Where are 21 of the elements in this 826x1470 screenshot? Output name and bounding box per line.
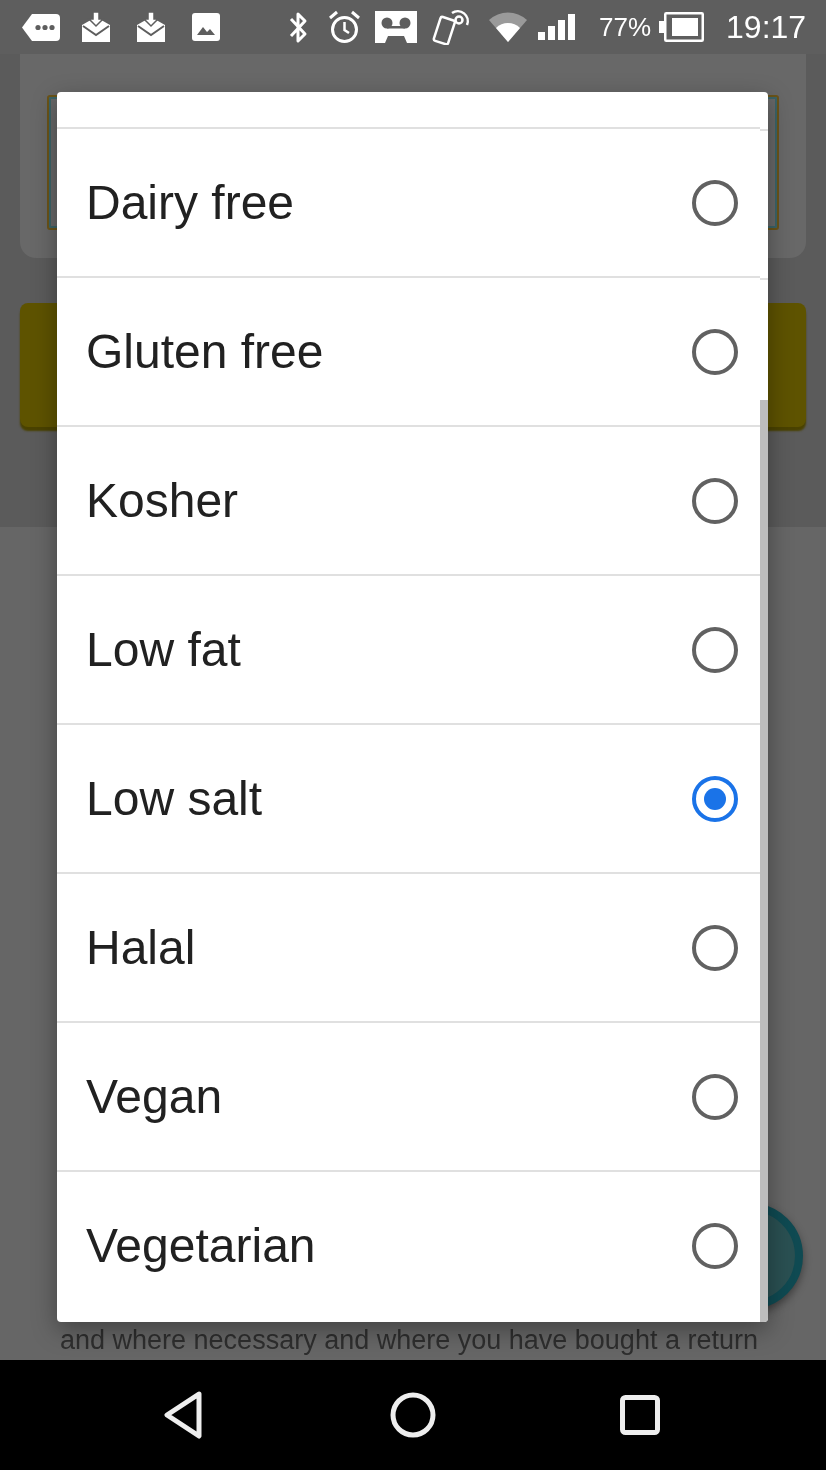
- image-icon: [192, 13, 220, 41]
- recents-button[interactable]: [620, 1395, 660, 1435]
- recents-icon: [620, 1395, 660, 1435]
- back-button[interactable]: [163, 1391, 203, 1439]
- cassette-icon: [375, 11, 417, 43]
- option-item[interactable]: Vegetarian: [57, 1172, 760, 1319]
- battery-percentage: 77%: [599, 14, 652, 40]
- mail-download-icon: [137, 12, 165, 42]
- back-icon: [163, 1391, 203, 1439]
- wifi-icon: [489, 11, 527, 43]
- mail-download-icon: [82, 12, 110, 42]
- clock-time: 19:17: [726, 11, 807, 43]
- phone-waves-icon: [432, 9, 471, 45]
- battery-icon: [659, 12, 705, 42]
- alarm-icon: [328, 10, 361, 44]
- option-item[interactable]: Dairy free: [57, 129, 760, 278]
- message-icon: [22, 13, 60, 41]
- signal-icon: [538, 14, 575, 40]
- option-item[interactable]: Gluten free: [57, 278, 760, 427]
- home-button[interactable]: [390, 1392, 436, 1438]
- home-icon: [390, 1392, 436, 1438]
